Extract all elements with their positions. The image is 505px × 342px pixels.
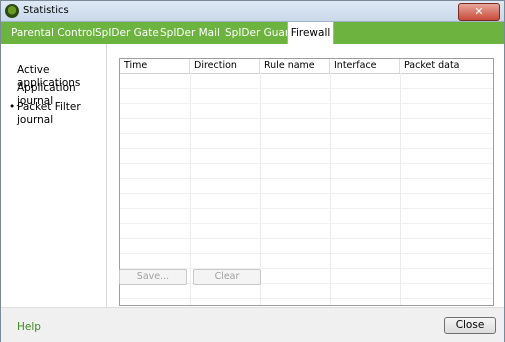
drweb-spider-icon bbox=[5, 4, 19, 18]
selected-bullet-icon: • bbox=[9, 101, 16, 113]
window-close-button[interactable]: ✕ bbox=[458, 3, 500, 21]
tab-bar: Parental Control SpIDer Gate SpIDer Mail… bbox=[1, 22, 504, 44]
window-title: Statistics bbox=[23, 5, 69, 16]
tab-spider-mail[interactable]: SpIDer Mail bbox=[160, 22, 220, 44]
tab-spider-gate[interactable]: SpIDer Gate bbox=[95, 22, 159, 44]
row-divider bbox=[120, 253, 493, 254]
column-divider bbox=[400, 73, 401, 305]
help-link[interactable]: Help bbox=[17, 321, 41, 333]
row-divider bbox=[120, 148, 493, 149]
row-divider bbox=[120, 133, 493, 134]
sidebar-item-label: Packet Filter journal bbox=[17, 101, 81, 126]
row-divider bbox=[120, 223, 493, 224]
column-header-rule-name[interactable]: Rule name bbox=[260, 59, 330, 73]
row-divider bbox=[120, 88, 493, 89]
tab-parental-control[interactable]: Parental Control bbox=[11, 22, 95, 44]
row-divider bbox=[120, 193, 493, 194]
row-divider bbox=[120, 238, 493, 239]
row-divider bbox=[120, 178, 493, 179]
column-header-packet-data[interactable]: Packet data bbox=[400, 59, 490, 73]
row-divider bbox=[120, 298, 493, 299]
row-divider bbox=[120, 103, 493, 104]
close-button[interactable]: Close bbox=[444, 317, 496, 334]
footer: Help Close bbox=[1, 307, 504, 342]
sidebar-item-packet-filter-journal[interactable]: • Packet Filter journal bbox=[9, 101, 99, 127]
column-header-direction[interactable]: Direction bbox=[190, 59, 260, 73]
clear-button[interactable]: Clear bbox=[193, 269, 261, 285]
save-button[interactable]: Save... bbox=[119, 269, 187, 285]
title-bar: Statistics ✕ bbox=[1, 1, 504, 22]
tab-firewall[interactable]: Firewall bbox=[287, 22, 334, 44]
sidebar: Active applications Application journal … bbox=[1, 44, 107, 307]
main-content: Active applications Application journal … bbox=[1, 44, 504, 307]
column-header-time[interactable]: Time bbox=[120, 59, 190, 73]
column-divider bbox=[330, 73, 331, 305]
table-header: Time Direction Rule name Interface Packe… bbox=[120, 59, 493, 74]
row-divider bbox=[120, 118, 493, 119]
tab-spider-guard[interactable]: SpIDer Guard bbox=[225, 22, 296, 44]
row-divider bbox=[120, 208, 493, 209]
row-divider bbox=[120, 163, 493, 164]
statistics-window: Statistics ✕ Parental Control SpIDer Gat… bbox=[0, 0, 505, 342]
column-divider bbox=[190, 73, 191, 305]
column-header-interface[interactable]: Interface bbox=[330, 59, 400, 73]
